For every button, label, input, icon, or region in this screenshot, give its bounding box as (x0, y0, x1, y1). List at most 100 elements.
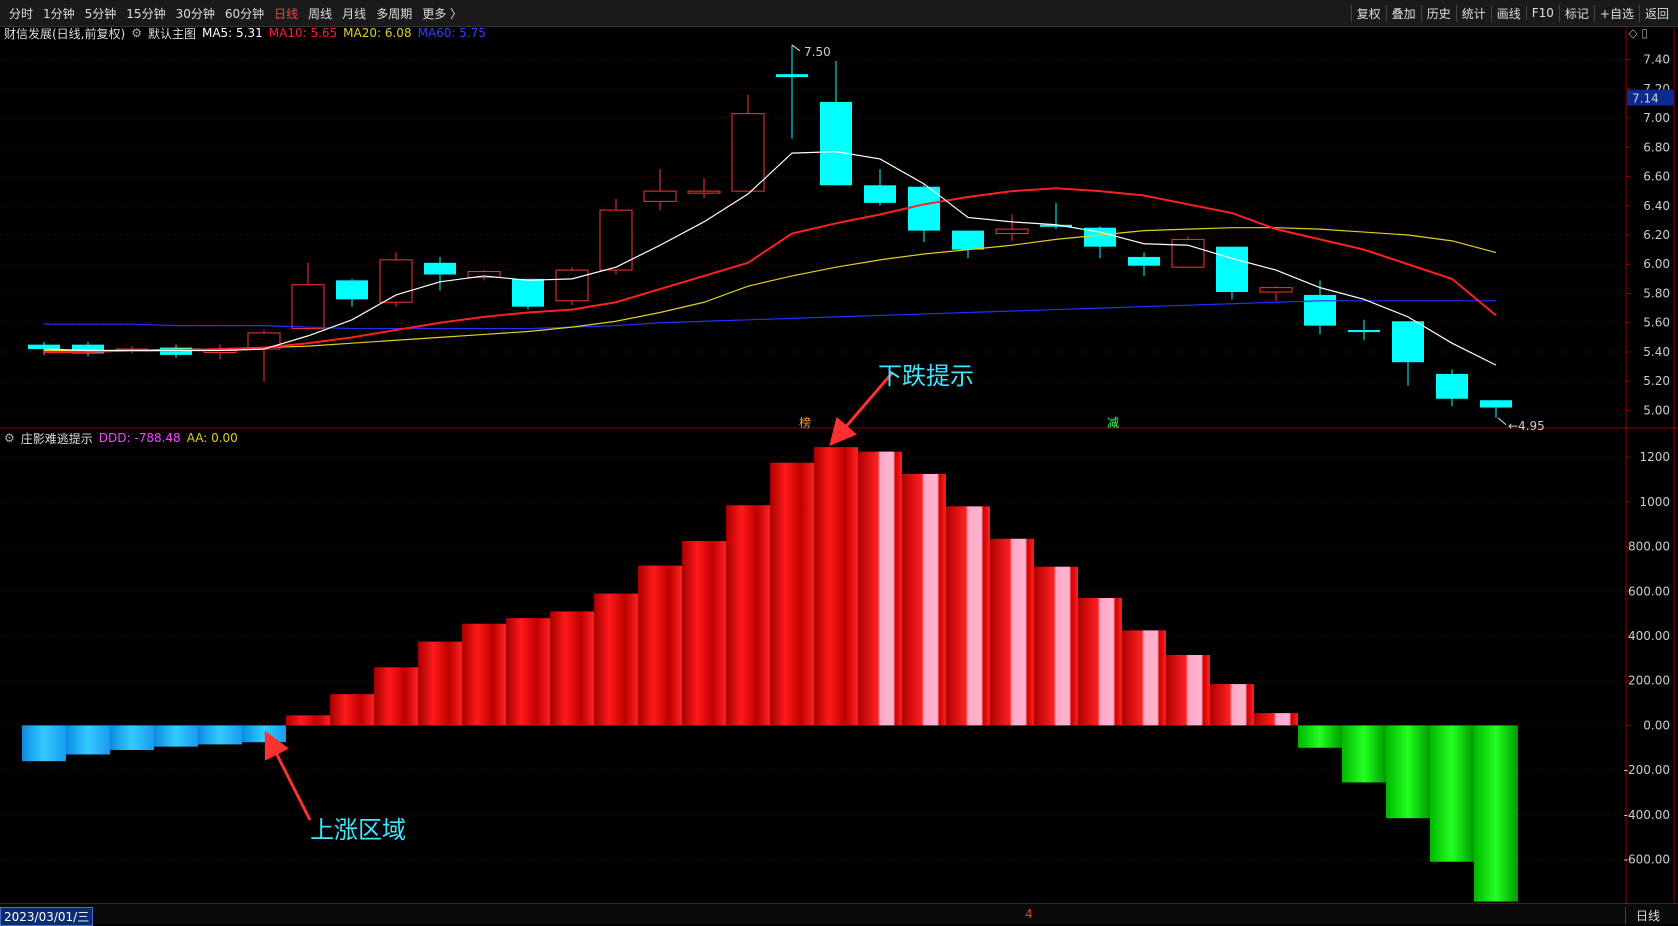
low-pointer (1497, 417, 1507, 426)
ddd-bar (198, 725, 242, 745)
price-tick-label: 6.20 (1643, 228, 1670, 242)
ddd-bar (1034, 566, 1078, 726)
ddd-bar (506, 618, 550, 726)
ddd-bar (946, 506, 990, 726)
chart-canvas: 7.50←4.95 7.407.207.006.806.606.406.206.… (0, 26, 1678, 903)
price-axes: 7.407.207.006.806.606.406.206.005.805.60… (1624, 53, 1674, 867)
ddd-bar (22, 725, 66, 762)
candle-body (1128, 256, 1160, 266)
candle-body (1216, 246, 1248, 293)
ddd-bar (418, 641, 462, 726)
ddd-bar (594, 593, 638, 726)
ma60-line (44, 300, 1496, 330)
candle-body (908, 186, 940, 231)
price-tick-label: 5.60 (1643, 316, 1670, 330)
price-tick-label: 5.40 (1643, 345, 1670, 359)
indicator-plot (22, 447, 1518, 902)
candle-body (643, 190, 677, 202)
candle-body (1348, 330, 1380, 333)
ddd-bar (990, 538, 1034, 726)
ddd-bar (110, 725, 154, 750)
candle-body (512, 278, 544, 307)
ddd-bar (1078, 598, 1122, 726)
indicator-tick-label: -200.00 (1624, 763, 1670, 777)
time-axis-bar: 2023/03/01/三 4 日线 (0, 903, 1678, 926)
price-tick-label: 6.80 (1643, 140, 1670, 154)
candle-body (864, 185, 896, 203)
price-tick-label: 6.00 (1643, 257, 1670, 271)
ma10-line (44, 187, 1497, 353)
ddd-bar (1342, 725, 1386, 783)
candle-body (1436, 373, 1468, 399)
high-price-label: 7.50 (804, 45, 831, 59)
ddd-bar (242, 725, 286, 743)
price-tick-label: 7.40 (1643, 53, 1670, 67)
indicator-tick-label: 400.00 (1628, 629, 1670, 643)
ddd-bar (638, 565, 682, 726)
indicator-tick-label: -600.00 (1624, 853, 1670, 867)
period-label[interactable]: 日线 (1624, 907, 1660, 924)
candle-body (28, 344, 60, 350)
candle-body (1304, 294, 1336, 326)
candle-body (1480, 400, 1512, 408)
ddd-bar (66, 725, 110, 755)
price-tick-label: 6.40 (1643, 199, 1670, 213)
rise-zone-arrow (264, 730, 312, 821)
ddd-bar (1254, 713, 1298, 726)
candle-body (1259, 287, 1293, 293)
rise-zone-annotation: 上涨区域 (310, 816, 406, 844)
candle-body (776, 74, 808, 78)
ddd-bar (1474, 725, 1518, 902)
indicator-tick-label: 1200 (1639, 450, 1670, 464)
candle-body (291, 284, 325, 330)
ddd-bar (154, 725, 198, 747)
ddd-bar (462, 623, 506, 726)
ddd-bar (550, 611, 594, 726)
jian-marker: 减 (1107, 416, 1120, 430)
low-price-label: ←4.95 (1508, 419, 1545, 433)
ddd-bar (814, 447, 858, 726)
ddd-bar (1298, 725, 1342, 748)
candle-body (424, 262, 456, 275)
candle-body (1392, 321, 1424, 363)
ddd-bar (286, 715, 330, 726)
price-tick-label: 7.00 (1643, 111, 1670, 125)
candle-body (1171, 238, 1205, 268)
ddd-bar (1210, 684, 1254, 726)
ddd-bar (330, 694, 374, 726)
price-tick-label: 5.00 (1643, 403, 1670, 417)
price-tick-label: 5.20 (1643, 374, 1670, 388)
ddd-bar (1386, 725, 1430, 819)
candle-body (336, 280, 368, 300)
fall-hint-annotation: 下跌提示 (878, 362, 974, 390)
ddd-bar (902, 473, 946, 726)
candlestick-plot: 7.50 ←4.95 (28, 44, 1545, 433)
candle-body (995, 228, 1029, 235)
indicator-tick-label: 200.00 (1628, 674, 1670, 688)
ddd-bar (374, 667, 418, 726)
ddd-bar (770, 462, 814, 726)
current-price-label: 7.14 (1632, 92, 1659, 106)
ddd-bar (1166, 655, 1210, 726)
candle-body (952, 230, 984, 250)
ddd-bar (1430, 725, 1474, 862)
price-tick-label: 5.80 (1643, 286, 1670, 300)
ddd-bar (726, 505, 770, 726)
indicator-tick-label: 800.00 (1628, 540, 1670, 554)
candle-body (687, 190, 721, 194)
indicator-tick-label: 0.00 (1643, 718, 1670, 732)
candle-body (379, 259, 413, 303)
candle-body (731, 113, 765, 192)
price-tick-label: 6.60 (1643, 170, 1670, 184)
current-date: 2023/03/01/三 (0, 907, 94, 926)
candle-body (820, 101, 852, 186)
indicator-tick-label: 1000 (1639, 495, 1670, 509)
bang-marker: 榜 (799, 416, 812, 430)
month-mark: 4 (1025, 907, 1033, 921)
indicator-tick-label: 600.00 (1628, 584, 1670, 598)
ddd-bar (682, 541, 726, 726)
ddd-bar (858, 451, 902, 726)
high-pointer (791, 44, 801, 52)
indicator-tick-label: -400.00 (1624, 808, 1670, 822)
ddd-bar (1122, 630, 1166, 726)
